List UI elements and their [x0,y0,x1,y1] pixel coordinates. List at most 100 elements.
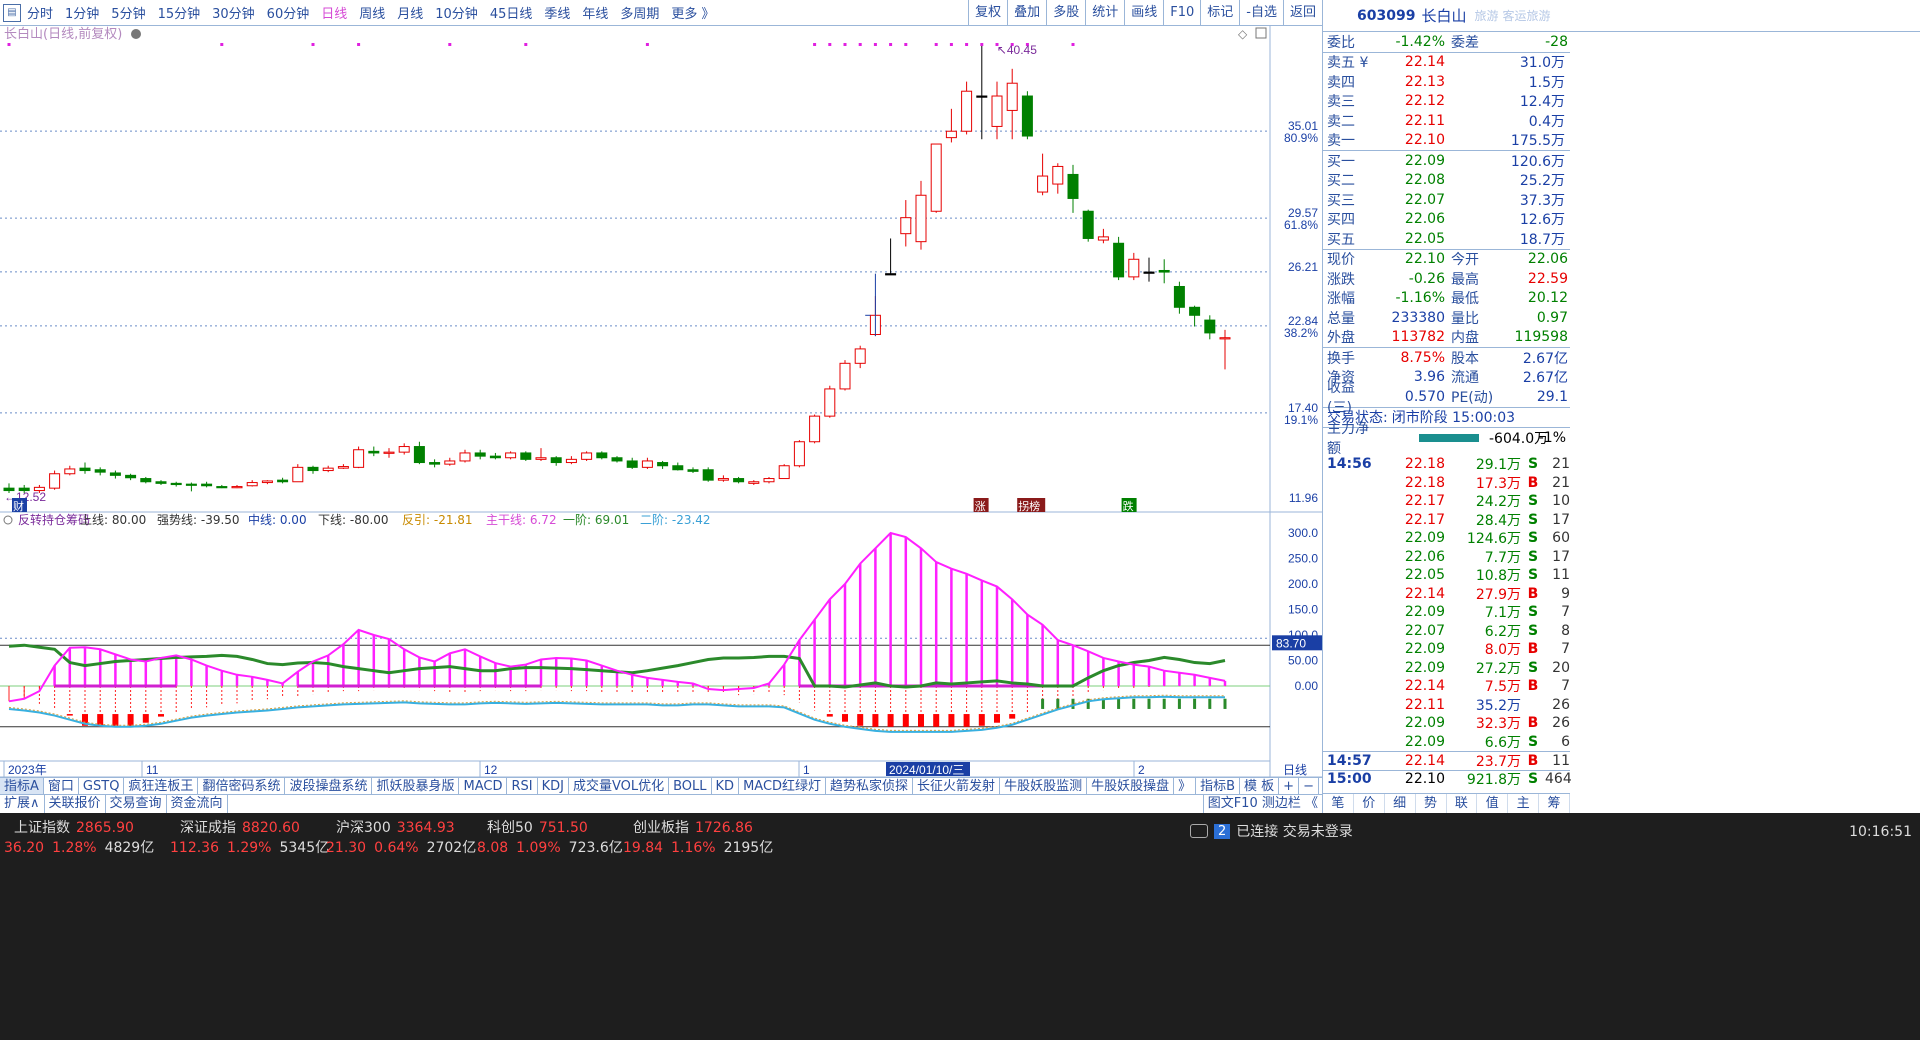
period-tab[interactable]: 分时 [27,3,53,22]
candle-body [216,486,228,489]
stock-tag[interactable]: 旅游 [1474,7,1498,24]
stock-tag[interactable]: 客运旅游 [1502,7,1550,24]
period-tab[interactable]: 1分钟 [65,3,99,22]
index-item[interactable]: 科创50 751.50 [487,817,588,837]
toolbar-button[interactable]: 叠加 [1007,0,1046,26]
index-item[interactable]: 沪深300 3364.93 [336,817,455,837]
indicator-tab[interactable]: 指标B [1196,778,1241,794]
tick-side: S [1527,567,1539,584]
price-axis-label: 11.96 [1289,491,1318,505]
index-amount: 5345亿 [279,840,330,856]
period-tab[interactable]: 30分钟 [212,3,255,22]
ask-row: 卖二 22.11 0.4万 [1323,111,1570,131]
toolbar-button[interactable]: 多股 [1046,0,1085,26]
indicator-tab[interactable]: + [1279,778,1300,794]
candle-body [155,481,167,484]
toolbar-button[interactable]: 返回 [1282,0,1322,26]
tick-row: 22.11 35.2万 26 [1323,696,1570,715]
f10-tab[interactable]: 图文F10 测边栏 《 [1202,795,1322,813]
candle-body [930,143,942,212]
bottom-tab[interactable]: 交易查询 [106,795,167,813]
indicator-tab[interactable]: KDJ [538,778,569,794]
quote-value: 2.67亿 [1522,370,1568,387]
indicator-tab[interactable]: 》 [1174,778,1197,794]
menu-icon[interactable]: ▤ [3,3,21,22]
period-tab[interactable]: 更多 》 [671,3,714,22]
toolbar-button[interactable]: 复权 [968,0,1007,26]
indicator-tab[interactable]: 窗口 [44,778,79,794]
right-tab[interactable]: 值 [1477,794,1509,813]
indicator-tab[interactable]: 牛股妖股操盘 [1087,778,1175,794]
indicator-tab[interactable]: 翻倍密码系统 [198,778,286,794]
index-item[interactable]: 上证指数 2865.90 [14,817,134,837]
right-tab[interactable]: 筹 [1539,794,1570,813]
period-tab[interactable]: 45日线 [490,3,533,22]
title-dot [131,29,141,39]
connection-status[interactable]: 2 已连接 交易未登录 [1190,821,1353,841]
indicator-tab[interactable]: KD [712,778,740,794]
toolbar-button[interactable]: 统计 [1085,0,1124,26]
indicator-tab[interactable]: 波段操盘系统 [285,778,373,794]
candle-body [1128,258,1140,278]
period-tab[interactable]: 5分钟 [111,3,145,22]
bid-row: 买二 22.08 25.2万 [1323,171,1570,191]
indicator-tab[interactable]: 成交量VOL优化 [569,778,670,794]
period-tab[interactable]: 季线 [544,3,570,22]
right-tab[interactable]: 价 [1354,794,1385,813]
indicator-tab[interactable]: 模 板 [1240,778,1280,794]
period-tab[interactable]: 60分钟 [267,3,310,22]
bottom-tab[interactable]: 扩展∧ [0,795,45,813]
tick-count: 6 [1561,733,1570,750]
toolbar-button[interactable]: 标记 [1200,0,1239,26]
indicator-tab[interactable]: MACD红绿灯 [739,778,827,794]
indicator-tab[interactable]: 疯狂连板王 [124,778,199,794]
kline-chart[interactable]: 35.0180.9%29.5761.8%26.2122.8438.2%17.40… [0,26,1322,777]
period-tab[interactable]: 日线 [321,3,347,22]
right-tab[interactable]: 势 [1416,794,1447,813]
event-label: 涨 [975,500,986,513]
period-tab[interactable]: 年线 [582,3,608,22]
indicator-tab[interactable]: GSTQ [79,778,125,794]
quote-value: 8.75% [1400,349,1445,366]
tick-row: 22.07 6.2万 S 8 [1323,622,1570,641]
right-tab[interactable]: 主 [1508,794,1540,813]
index-value: 2865.90 [76,820,134,836]
indicator-tab[interactable]: 抓妖股暴身版 [372,778,460,794]
candle-body [991,95,1003,127]
period-tab[interactable]: 周线 [359,3,385,22]
indicator-tab[interactable]: 长征火箭发射 [913,778,1001,794]
quote-label: 委差 [1451,34,1479,51]
indicator-tab[interactable]: BOLL [669,778,712,794]
toolbar-button[interactable]: F10 [1163,0,1200,26]
right-tabs: 笔价细势联值主筹 [1323,793,1570,813]
index-item[interactable]: 深证成指 8820.60 [180,817,300,837]
tick-price: 22.07 [1404,622,1445,639]
quote-value: 22.10 [1404,251,1445,268]
tick-list[interactable]: 14:56 22.18 29.1万 S 21 22.18 17.3万 B 21 22.17 24.2… [1323,455,1572,788]
indicator-tab[interactable]: MACD [459,778,508,794]
indicator-tab[interactable]: 指标A [0,778,44,794]
period-tab[interactable]: 多周期 [620,3,659,22]
quote-label: 现价 [1327,252,1355,269]
period-tab[interactable]: 月线 [397,3,423,22]
right-tab[interactable]: 细 [1385,794,1416,813]
index-item[interactable]: 创业板指 1726.86 [633,817,753,837]
bottom-tab[interactable]: 关联报价 [45,795,106,813]
period-tab[interactable]: 10分钟 [435,3,478,22]
tick-side: S [1527,548,1539,565]
ask-label: 卖三 [1327,94,1355,111]
indicator-tab[interactable]: 趋势私家侦探 [826,778,914,794]
period-tab[interactable]: 15分钟 [158,3,201,22]
toolbar-button[interactable]: -自选 [1239,0,1283,26]
indicator-tab[interactable]: 牛股妖股监测 [1000,778,1088,794]
right-tab[interactable]: 笔 [1323,794,1354,813]
right-tab[interactable]: 联 [1447,794,1478,813]
indicator-tab[interactable]: − [1299,778,1319,794]
toolbar-button[interactable]: 画线 [1124,0,1163,26]
bottom-tab[interactable]: 资金流向 [167,795,228,813]
main-net-label: 主力净额 [1327,420,1369,457]
index-chg: 36.20 [4,840,45,856]
candle-body [702,469,714,481]
indicator-tab[interactable]: RSI [507,778,538,794]
tick-side: B [1527,585,1539,602]
